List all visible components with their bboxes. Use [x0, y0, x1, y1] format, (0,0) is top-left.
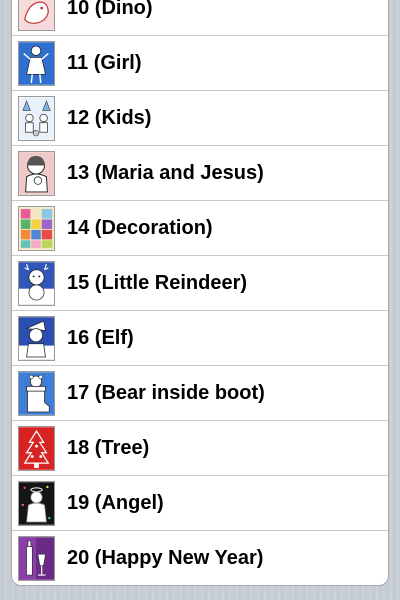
list-item-tree[interactable]: 18 (Tree): [12, 421, 388, 476]
list-item-label: 12 (Kids): [67, 106, 152, 129]
list-item-kids[interactable]: 12 (Kids): [12, 91, 388, 146]
list-item-label: 14 (Decoration): [67, 216, 213, 239]
decoration-thumbnail-icon: [18, 205, 55, 251]
list-item-label: 10 (Dino): [67, 0, 153, 19]
reindeer-thumbnail-icon: [18, 260, 55, 306]
tree-thumbnail-icon: [18, 425, 55, 471]
list-item-angel[interactable]: 19 (Angel): [12, 476, 388, 531]
list-item-bear-inside-boot[interactable]: 17 (Bear inside boot): [12, 366, 388, 421]
elf-thumbnail-icon: [18, 315, 55, 361]
list-item-decoration[interactable]: 14 (Decoration): [12, 201, 388, 256]
list-item-label: 20 (Happy New Year): [67, 547, 264, 569]
list-item-maria-and-jesus[interactable]: 13 (Maria and Jesus): [12, 146, 388, 201]
list-item-label: 17 (Bear inside boot): [67, 381, 265, 404]
angel-thumbnail-icon: [18, 480, 55, 526]
list-item-label: 18 (Tree): [67, 436, 150, 459]
list-item-girl[interactable]: 11 (Girl): [12, 36, 388, 91]
coloring-pages-list: 10 (Dino) 11 (Girl) 12 (Kids) 13 (Maria …: [11, 0, 389, 586]
list-item-happy-new-year[interactable]: 20 (Happy New Year): [12, 531, 388, 585]
list-item-dino[interactable]: 10 (Dino): [12, 0, 388, 36]
list-item-label: 16 (Elf): [67, 326, 134, 349]
maria-jesus-thumbnail-icon: [18, 150, 55, 196]
list-item-label: 19 (Angel): [67, 491, 164, 514]
dino-thumbnail-icon: [18, 0, 55, 31]
list-item-label: 11 (Girl): [67, 51, 142, 74]
list-item-label: 15 (Little Reindeer): [67, 271, 248, 294]
bear-boot-thumbnail-icon: [18, 370, 55, 416]
new-year-thumbnail-icon: [18, 536, 55, 581]
list-item-elf[interactable]: 16 (Elf): [12, 311, 388, 366]
list-item-little-reindeer[interactable]: 15 (Little Reindeer): [12, 256, 388, 311]
girl-thumbnail-icon: [18, 40, 55, 86]
list-item-label: 13 (Maria and Jesus): [67, 161, 264, 184]
kids-thumbnail-icon: [18, 95, 55, 141]
